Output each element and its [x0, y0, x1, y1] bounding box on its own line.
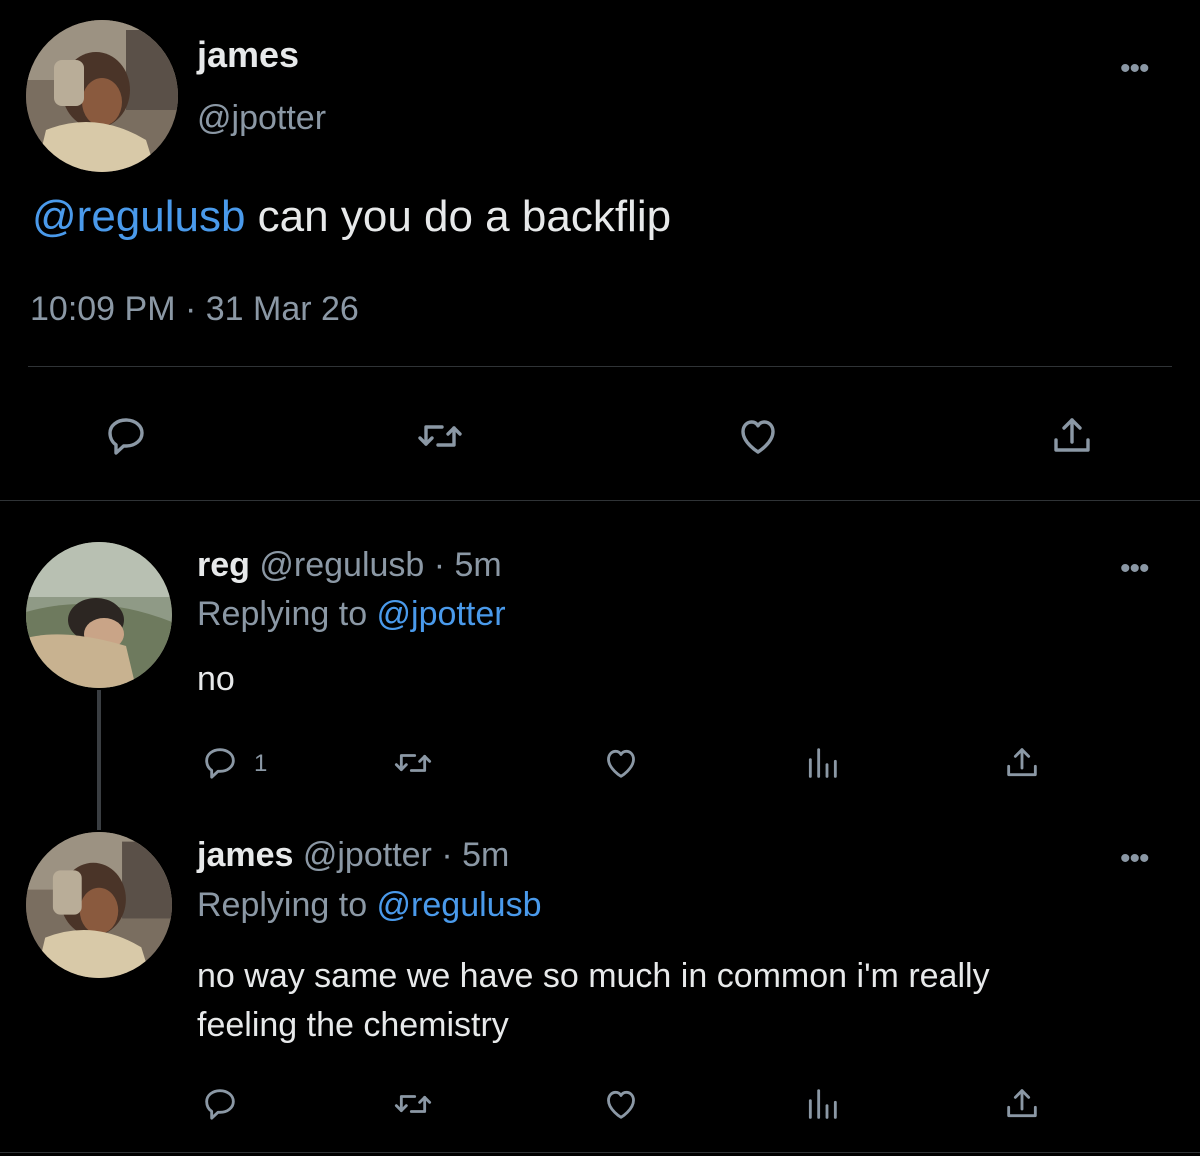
- like-icon[interactable]: [598, 741, 644, 785]
- main-tweet-text: @regulusb can you do a backflip: [32, 192, 671, 242]
- like-icon[interactable]: [598, 1082, 644, 1126]
- reply2-text-line2: feeling the chemistry: [197, 1006, 509, 1044]
- views-icon[interactable]: [800, 1082, 844, 1126]
- avatar-image: [26, 542, 172, 688]
- reply2-replying-to: Replying to @regulusb: [197, 886, 541, 925]
- share-icon[interactable]: [1000, 1082, 1044, 1126]
- avatar-reg[interactable]: [26, 542, 172, 688]
- reply2-time[interactable]: · 5m: [432, 836, 509, 874]
- reply2-text-line1: no way same we have so much in common i'…: [197, 957, 990, 995]
- main-author-name[interactable]: james: [197, 34, 299, 76]
- main-mention-link[interactable]: @regulusb: [32, 192, 245, 241]
- reply2-divider-bottom: [0, 1152, 1200, 1153]
- reply-icon[interactable]: [198, 1082, 242, 1126]
- reply1-more-icon[interactable]: •••: [1120, 554, 1149, 584]
- reply-icon[interactable]: [198, 741, 242, 785]
- avatar-image: [26, 832, 172, 978]
- main-timestamp[interactable]: 10:09 PM · 31 Mar 26: [30, 290, 359, 329]
- retweet-icon[interactable]: [410, 410, 470, 462]
- reply2-more-icon[interactable]: •••: [1120, 844, 1149, 874]
- main-tweet-body: can you do a backflip: [245, 192, 672, 241]
- main-author-handle[interactable]: @jpotter: [197, 99, 326, 138]
- like-icon[interactable]: [730, 410, 786, 462]
- main-more-icon[interactable]: •••: [1120, 54, 1149, 84]
- thread-line: [97, 690, 101, 830]
- views-icon[interactable]: [800, 741, 844, 785]
- reply1-author-handle[interactable]: @regulusb: [259, 546, 424, 584]
- replying-label: Replying to: [197, 595, 377, 633]
- reply2-header: james @jpotter · 5m: [197, 836, 509, 875]
- reply2-text: no way same we have so much in common i'…: [197, 952, 990, 1050]
- reply1-time[interactable]: · 5m: [424, 546, 502, 584]
- reply-icon[interactable]: [100, 410, 152, 462]
- avatar-james[interactable]: [26, 832, 172, 978]
- replying-label: Replying to: [197, 886, 377, 924]
- replying-to-link[interactable]: @jpotter: [377, 595, 506, 633]
- reply1-reply-count: 1: [254, 750, 268, 777]
- main-divider-bottom: [0, 500, 1200, 501]
- avatar-james[interactable]: [26, 20, 178, 172]
- reply2-author-handle[interactable]: @jpotter: [303, 836, 432, 874]
- reply2-author-name[interactable]: james: [197, 836, 293, 874]
- reply1-text: no: [197, 660, 235, 698]
- reply1-header: reg @regulusb · 5m: [197, 546, 502, 585]
- replying-to-link[interactable]: @regulusb: [377, 886, 542, 924]
- share-icon[interactable]: [1046, 410, 1098, 462]
- main-divider-top: [28, 366, 1172, 367]
- share-icon[interactable]: [1000, 741, 1044, 785]
- retweet-icon[interactable]: [388, 741, 438, 785]
- retweet-icon[interactable]: [388, 1082, 438, 1126]
- avatar-image: [26, 20, 178, 172]
- reply1-replying-to: Replying to @jpotter: [197, 595, 506, 634]
- reply1-author-name[interactable]: reg: [197, 546, 250, 584]
